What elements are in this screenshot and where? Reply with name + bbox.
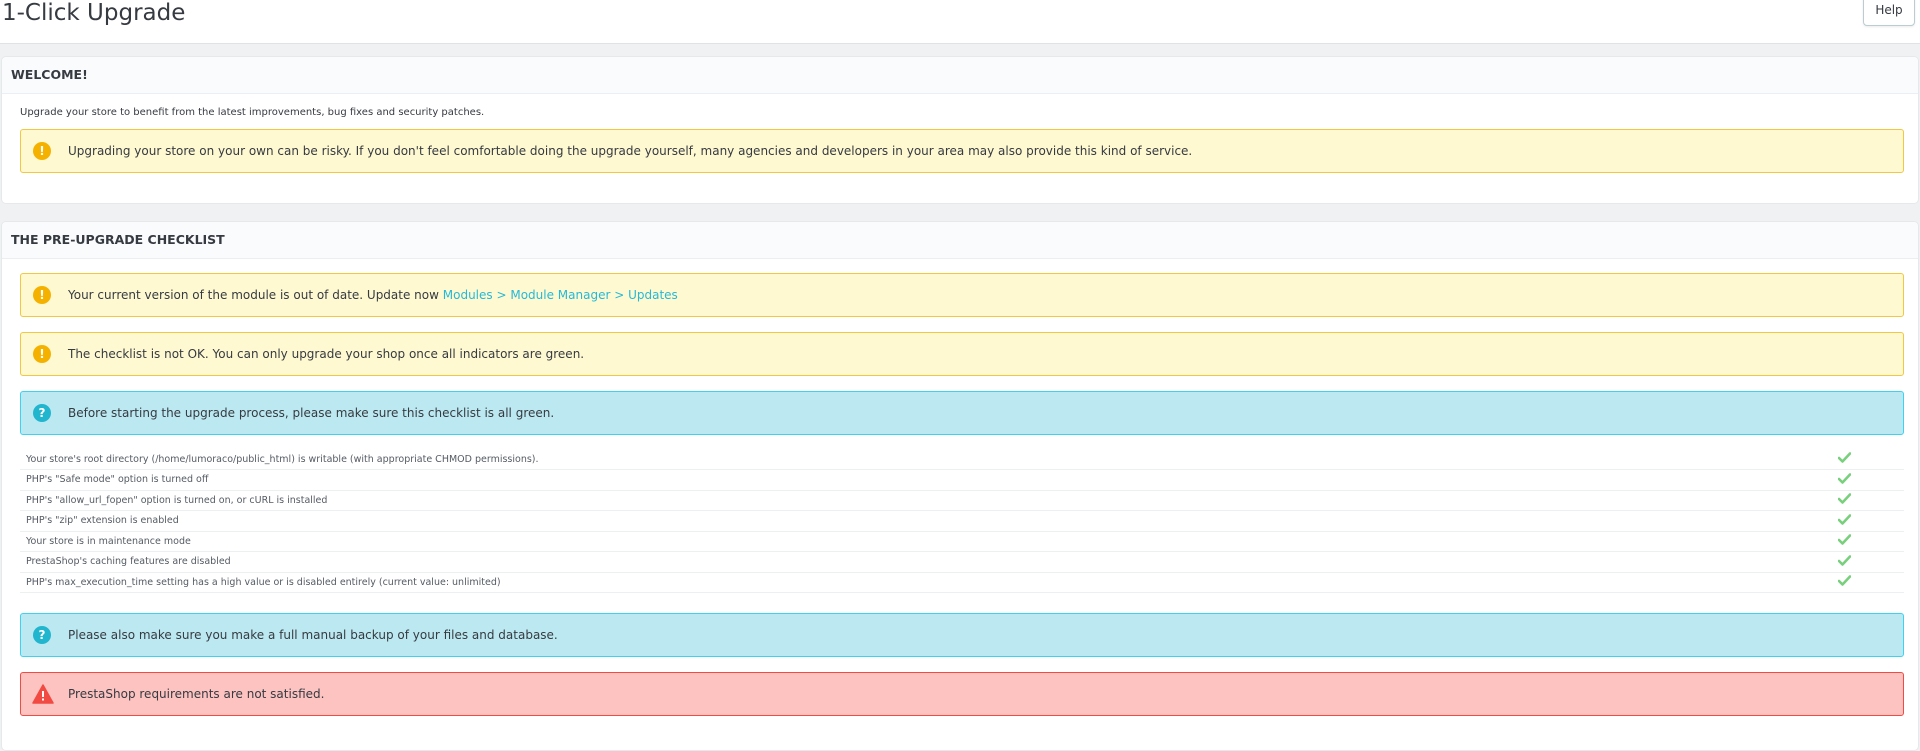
checklist-row: PHP's "Safe mode" option is turned off [20,470,1904,491]
page-title: 1-Click Upgrade [2,0,186,26]
checklist-row: Your store is in maintenance mode [20,531,1904,552]
check-icon [1837,472,1852,484]
module-outdated-alert: ! Your current version of the module is … [20,273,1904,317]
checklist-item-label: PHP's "zip" extension is enabled [26,515,179,527]
checklist-item-status [1837,511,1904,532]
requirements-error-text: PrestaShop requirements are not satisfie… [68,687,325,701]
check-icon [1837,493,1852,505]
welcome-heading: WELCOME! [2,57,1918,94]
before-upgrade-info-alert: ? Before starting the upgrade process, p… [20,391,1904,435]
exclamation-circle-icon: ! [33,286,51,304]
checklist-row: PHP's "zip" extension is enabled [20,511,1904,532]
checklist-item-label: Your store's root directory (/home/lumor… [26,453,539,465]
checklist-item-label: PrestaShop's caching features are disabl… [26,556,231,568]
checklist-item-label: PHP's "Safe mode" option is turned off [26,474,209,486]
warning-triangle-icon [32,684,54,704]
question-circle-icon: ? [33,626,51,644]
help-button[interactable]: Help [1863,0,1915,26]
checklist-item-label: PHP's "allow_url_fopen" option is turned… [26,494,328,506]
checklist-row: Your store's root directory (/home/lumor… [20,449,1904,470]
checklist-not-ok-text: The checklist is not OK. You can only up… [68,347,585,361]
checklist-item-status [1837,572,1904,593]
before-upgrade-info-text: Before starting the upgrade process, ple… [68,406,555,420]
checklist-item-label: Your store is in maintenance mode [26,535,191,547]
exclamation-circle-icon: ! [33,142,51,160]
check-icon [1837,513,1852,525]
checklist-item-status [1837,531,1904,552]
module-manager-updates-link[interactable]: Modules > Module Manager > Updates [443,288,678,302]
risk-warning-alert: ! Upgrading your store on your own can b… [20,129,1904,173]
welcome-intro-text: Upgrade your store to benefit from the l… [20,107,485,118]
requirements-error-alert: PrestaShop requirements are not satisfie… [20,672,1904,716]
checklist-not-ok-alert: ! The checklist is not OK. You can only … [20,332,1904,376]
module-outdated-text: Your current version of the module is ou… [68,288,443,302]
checklist-table: Your store's root directory (/home/lumor… [20,449,1904,593]
checklist-row: PrestaShop's caching features are disabl… [20,552,1904,573]
checklist-item-status [1837,449,1904,470]
checklist-item-status [1837,470,1904,491]
check-icon [1837,554,1852,566]
welcome-panel: WELCOME! Upgrade your store to benefit f… [1,56,1919,204]
question-circle-icon: ? [33,404,51,422]
checklist-panel: THE PRE-UPGRADE CHECKLIST ! Your current… [1,221,1919,751]
checklist-row: PHP's max_execution_time setting has a h… [20,572,1904,593]
checklist-item-status [1837,490,1904,511]
backup-info-alert: ? Please also make sure you make a full … [20,613,1904,657]
checklist-row: PHP's "allow_url_fopen" option is turned… [20,490,1904,511]
checklist-heading: THE PRE-UPGRADE CHECKLIST [2,222,1918,259]
backup-info-text: Please also make sure you make a full ma… [68,628,558,642]
check-icon [1837,575,1852,587]
check-icon [1837,534,1852,546]
checklist-item-label: PHP's max_execution_time setting has a h… [26,576,501,588]
exclamation-circle-icon: ! [33,345,51,363]
check-icon [1837,452,1852,463]
checklist-item-status [1837,552,1904,573]
risk-warning-text: Upgrading your store on your own can be … [68,144,1193,158]
page-header: 1-Click Upgrade Help [0,0,1920,44]
